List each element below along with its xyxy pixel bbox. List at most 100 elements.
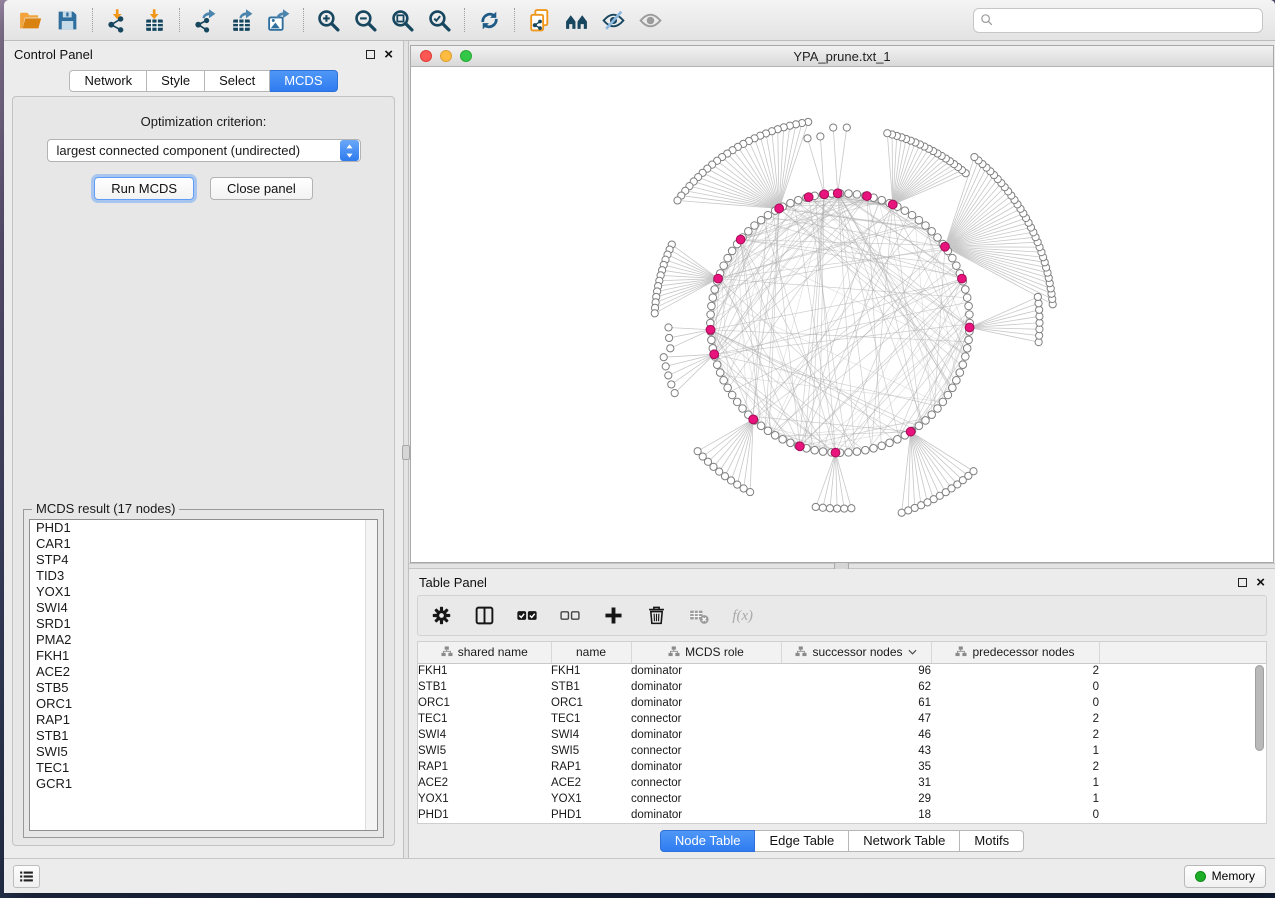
network-node[interactable]: [841, 505, 848, 512]
network-node[interactable]: [970, 468, 977, 475]
run-mcds-button[interactable]: Run MCDS: [94, 177, 194, 200]
mcds-dominator-node[interactable]: [736, 235, 745, 244]
network-node[interactable]: [651, 310, 658, 317]
save-button[interactable]: [49, 3, 86, 37]
network-node[interactable]: [787, 439, 795, 447]
network-node[interactable]: [733, 398, 741, 406]
network-node[interactable]: [739, 405, 747, 413]
network-node[interactable]: [728, 247, 736, 255]
network-node[interactable]: [956, 369, 964, 377]
network-view-titlebar[interactable]: YPA_prune.txt_1: [411, 46, 1273, 67]
network-node[interactable]: [853, 191, 861, 199]
mcds-result-item[interactable]: YOX1: [30, 584, 377, 600]
network-node[interactable]: [962, 353, 970, 361]
network-node[interactable]: [901, 207, 909, 215]
zoom-selected-button[interactable]: [421, 3, 458, 37]
mcds-result-item[interactable]: TID3: [30, 568, 377, 584]
mcds-dominator-node[interactable]: [710, 350, 719, 359]
table-row[interactable]: ACE2ACE2connector311: [418, 775, 1266, 791]
network-node[interactable]: [922, 417, 930, 425]
mcds-result-list[interactable]: PHD1CAR1STP4TID3YOX1SWI4SRD1PMA2FKH1ACE2…: [29, 519, 378, 831]
network-node[interactable]: [853, 448, 861, 456]
mcds-result-item[interactable]: STB1: [30, 728, 377, 744]
network-node[interactable]: [962, 286, 970, 294]
network-node[interactable]: [971, 153, 978, 160]
export-image-button[interactable]: [260, 3, 297, 37]
splitter-grip[interactable]: [402, 445, 410, 460]
column-header-MCDS-role[interactable]: MCDS role: [631, 642, 781, 663]
network-node[interactable]: [666, 334, 673, 341]
network-node[interactable]: [884, 130, 891, 137]
network-node[interactable]: [953, 262, 961, 270]
network-node[interactable]: [720, 262, 728, 270]
mcds-result-item[interactable]: PHD1: [30, 520, 377, 536]
table-scrollbar[interactable]: [1255, 665, 1264, 819]
network-node[interactable]: [963, 294, 971, 302]
hide-selected-button[interactable]: [595, 3, 632, 37]
network-node[interactable]: [811, 446, 819, 454]
table-row[interactable]: RAP1RAP1dominator352: [418, 759, 1266, 775]
network-node[interactable]: [817, 133, 824, 140]
refresh-button[interactable]: [471, 3, 508, 37]
mcds-dominator-node[interactable]: [888, 200, 897, 209]
mcds-result-item[interactable]: ORC1: [30, 696, 377, 712]
mcds-dominator-node[interactable]: [831, 448, 840, 457]
tab-network[interactable]: Network: [69, 70, 147, 92]
add-button[interactable]: [600, 603, 626, 629]
table-row[interactable]: TEC1TEC1connector472: [418, 711, 1266, 727]
network-node[interactable]: [667, 345, 674, 352]
close-panel-icon[interactable]: ×: [1256, 578, 1265, 587]
network-node[interactable]: [966, 311, 974, 319]
network-node[interactable]: [965, 302, 973, 310]
network-node[interactable]: [845, 190, 853, 198]
close-panel-icon[interactable]: ×: [384, 50, 393, 59]
network-node[interactable]: [713, 361, 721, 369]
mcds-dominator-node[interactable]: [775, 204, 784, 213]
table-row[interactable]: SWI5SWI5connector431: [418, 743, 1266, 759]
network-node[interactable]: [915, 422, 923, 430]
network-node[interactable]: [908, 211, 916, 219]
select-all-button[interactable]: [514, 603, 540, 629]
search-box[interactable]: [973, 8, 1263, 33]
mcds-dominator-node[interactable]: [906, 427, 915, 436]
result-scrollbar[interactable]: [365, 520, 377, 830]
first-neighbors-button[interactable]: [558, 3, 595, 37]
network-node[interactable]: [751, 222, 759, 230]
import-network-button[interactable]: [99, 3, 136, 37]
mcds-dominator-node[interactable]: [833, 189, 842, 198]
network-node[interactable]: [1034, 293, 1041, 300]
network-node[interactable]: [668, 381, 675, 388]
tab-select[interactable]: Select: [205, 70, 270, 92]
network-node[interactable]: [711, 286, 719, 294]
memory-button[interactable]: Memory: [1184, 865, 1266, 888]
optimization-criterion-select[interactable]: largest connected component (undirected): [47, 139, 361, 162]
mcds-result-item[interactable]: RAP1: [30, 712, 377, 728]
network-node[interactable]: [734, 481, 741, 488]
mcds-result-item[interactable]: TEC1: [30, 760, 377, 776]
network-node[interactable]: [953, 377, 961, 385]
tab-node-table[interactable]: Node Table: [660, 830, 756, 852]
network-node[interactable]: [804, 135, 811, 142]
network-node[interactable]: [878, 442, 886, 450]
network-node[interactable]: [830, 124, 837, 131]
mcds-dominator-node[interactable]: [796, 442, 805, 451]
table-row[interactable]: PHD1PHD1dominator180: [418, 807, 1266, 823]
network-node[interactable]: [708, 302, 716, 310]
network-node[interactable]: [812, 503, 819, 510]
network-canvas[interactable]: [411, 67, 1273, 562]
tab-edge-table[interactable]: Edge Table: [755, 830, 849, 852]
show-all-button[interactable]: [632, 3, 669, 37]
export-table-button[interactable]: [223, 3, 260, 37]
network-node[interactable]: [764, 211, 772, 219]
table-row[interactable]: ORC1ORC1dominator610: [418, 695, 1266, 711]
network-node[interactable]: [708, 336, 716, 344]
mcds-dominator-node[interactable]: [706, 325, 715, 334]
network-node[interactable]: [740, 485, 747, 492]
mcds-result-item[interactable]: ACE2: [30, 664, 377, 680]
table-row[interactable]: STB1STB1dominator620: [418, 679, 1266, 695]
clone-network-button[interactable]: [521, 3, 558, 37]
network-node[interactable]: [963, 345, 971, 353]
close-panel-button[interactable]: Close panel: [210, 177, 313, 200]
table-row[interactable]: FKH1FKH1dominator962: [418, 663, 1266, 679]
network-node[interactable]: [720, 377, 728, 385]
